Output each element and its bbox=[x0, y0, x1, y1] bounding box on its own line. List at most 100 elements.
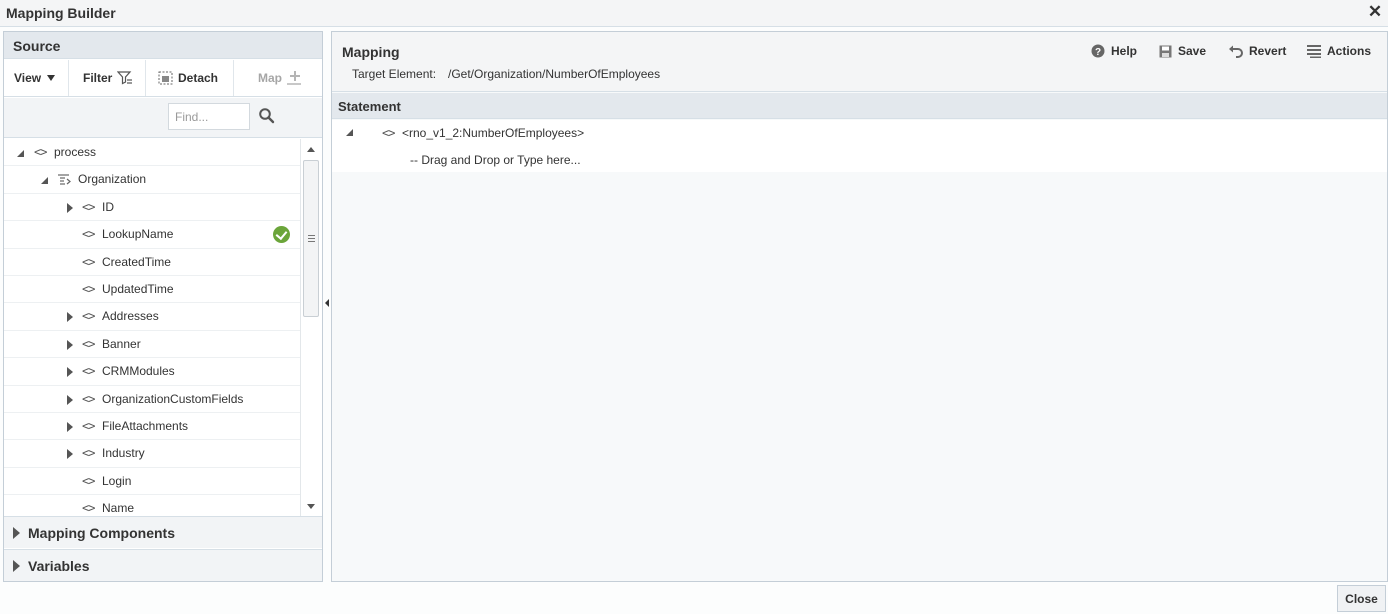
scroll-down-icon[interactable] bbox=[307, 504, 315, 509]
close-button[interactable]: Close bbox=[1337, 585, 1386, 612]
detach-button[interactable]: Detach bbox=[158, 60, 218, 96]
element-icon: <> bbox=[82, 281, 95, 296]
save-label: Save bbox=[1178, 44, 1207, 58]
collapse-icon[interactable] bbox=[346, 129, 353, 136]
find-input[interactable] bbox=[168, 103, 250, 130]
dialog-title: Mapping Builder bbox=[6, 5, 116, 21]
target-element-label: Target Element: bbox=[352, 67, 437, 81]
expand-icon[interactable] bbox=[65, 421, 75, 432]
source-toolbar: View Filter Detach Map bbox=[4, 60, 322, 97]
tree-scrollbar[interactable] bbox=[300, 139, 321, 517]
statement-drop-zone[interactable]: -- Drag and Drop or Type here... bbox=[410, 153, 581, 167]
element-icon: <> bbox=[82, 199, 95, 214]
expand-icon[interactable] bbox=[65, 202, 75, 213]
chevron-down-icon bbox=[47, 75, 56, 81]
tree-row-organization[interactable]: Organization bbox=[4, 166, 300, 194]
tree-label: LookupName bbox=[102, 227, 174, 242]
element-icon: <> bbox=[82, 364, 95, 379]
toolbar-divider bbox=[145, 60, 146, 96]
filter-button[interactable]: Filter bbox=[83, 60, 133, 96]
collection-icon bbox=[58, 174, 71, 185]
tree-label: Banner bbox=[102, 336, 141, 351]
expand-icon[interactable] bbox=[65, 367, 75, 378]
view-label: View bbox=[14, 71, 42, 85]
dialog-titlebar: Mapping Builder ✕ bbox=[0, 0, 1388, 27]
toolbar-divider bbox=[233, 60, 234, 96]
tree-row-lookupname[interactable]: <> LookupName bbox=[4, 221, 300, 249]
revert-button[interactable]: Revert bbox=[1228, 44, 1286, 58]
tree-row-name[interactable]: <> Name bbox=[4, 495, 300, 517]
tree-label: process bbox=[54, 145, 97, 159]
view-menu-button[interactable]: View bbox=[14, 60, 56, 96]
collapse-icon[interactable] bbox=[17, 148, 27, 158]
mapping-panel: Mapping Target Element: /Get/Organizatio… bbox=[331, 31, 1388, 582]
mapping-title: Mapping bbox=[342, 44, 400, 60]
element-icon: <> bbox=[82, 473, 95, 488]
statement-target-node[interactable]: <rno_v1_2:NumberOfEmployees> bbox=[402, 126, 584, 140]
map-button[interactable]: Map bbox=[258, 60, 302, 96]
tree-row-banner[interactable]: <> Banner bbox=[4, 331, 300, 359]
help-icon: ? bbox=[1091, 44, 1105, 58]
scroll-up-icon[interactable] bbox=[307, 147, 315, 152]
element-icon: <> bbox=[82, 446, 95, 461]
tree-row-industry[interactable]: <> Industry bbox=[4, 440, 300, 468]
detach-label: Detach bbox=[178, 71, 219, 85]
filter-icon bbox=[117, 71, 133, 85]
target-element-value: /Get/Organization/NumberOfEmployees bbox=[448, 67, 661, 81]
panel-splitter-collapse-icon[interactable] bbox=[324, 295, 331, 311]
source-header: Source bbox=[4, 32, 322, 59]
save-button[interactable]: Save bbox=[1159, 44, 1206, 58]
source-tree: <> process Organization <> ID <> LookupN… bbox=[4, 139, 300, 517]
svg-text:?: ? bbox=[1095, 47, 1101, 58]
tree-row-addresses[interactable]: <> Addresses bbox=[4, 303, 300, 331]
tree-label: CreatedTime bbox=[102, 254, 171, 269]
element-icon: <> bbox=[82, 227, 95, 242]
menu-icon bbox=[1307, 45, 1321, 58]
source-panel: Source View Filter Detach Map Find... <>… bbox=[3, 31, 323, 582]
tree-row-id[interactable]: <> ID bbox=[4, 194, 300, 222]
revert-label: Revert bbox=[1249, 44, 1287, 58]
tree-row-updatedtime[interactable]: <> UpdatedTime bbox=[4, 276, 300, 304]
filter-label: Filter bbox=[83, 71, 113, 85]
tree-label: OrganizationCustomFields bbox=[102, 391, 244, 406]
tree-row-crmmodules[interactable]: <> CRMModules bbox=[4, 358, 300, 386]
expand-icon[interactable] bbox=[65, 339, 75, 350]
revert-icon bbox=[1229, 45, 1243, 58]
expand-icon[interactable] bbox=[65, 394, 75, 405]
tree-label: UpdatedTime bbox=[102, 281, 174, 296]
expand-icon[interactable] bbox=[65, 312, 75, 323]
tree-row-fileattachments[interactable]: <> FileAttachments bbox=[4, 413, 300, 441]
grip-icon bbox=[308, 235, 315, 242]
element-icon: <> bbox=[34, 145, 47, 159]
variables-accordion[interactable]: Variables bbox=[4, 549, 322, 581]
tree-label: Addresses bbox=[102, 309, 159, 324]
expand-icon[interactable] bbox=[65, 449, 75, 460]
element-icon: <> bbox=[82, 391, 95, 406]
actions-label: Actions bbox=[1327, 44, 1372, 58]
accordion-label: Variables bbox=[28, 557, 90, 574]
search-icon[interactable] bbox=[258, 107, 276, 125]
element-icon: <> bbox=[82, 309, 95, 324]
tree-row-process[interactable]: <> process bbox=[4, 139, 300, 167]
scroll-thumb[interactable] bbox=[303, 160, 319, 317]
expand-icon bbox=[13, 526, 20, 539]
help-button[interactable]: ? Help bbox=[1091, 44, 1137, 58]
tree-row-organizationcustomfields[interactable]: <> OrganizationCustomFields bbox=[4, 386, 300, 413]
mapping-components-accordion[interactable]: Mapping Components bbox=[4, 516, 322, 548]
collapse-icon[interactable] bbox=[41, 175, 51, 185]
tree-label: CRMModules bbox=[102, 364, 175, 379]
statement-editor: <> <rno_v1_2:NumberOfEmployees> -- Drag … bbox=[332, 120, 1387, 172]
actions-menu-button[interactable]: Actions bbox=[1307, 44, 1371, 58]
expand-icon bbox=[13, 559, 20, 572]
close-icon[interactable]: ✕ bbox=[1366, 2, 1384, 22]
tree-label: Login bbox=[102, 473, 132, 488]
tree-row-login[interactable]: <> Login bbox=[4, 468, 300, 496]
accordion-label: Mapping Components bbox=[28, 524, 175, 541]
find-bar bbox=[4, 98, 322, 138]
tree-row-createdtime[interactable]: <> CreatedTime bbox=[4, 249, 300, 276]
statement-header: Statement bbox=[332, 93, 1387, 119]
map-label: Map bbox=[258, 71, 282, 85]
help-label: Help bbox=[1111, 44, 1138, 58]
save-icon bbox=[1159, 45, 1172, 57]
element-icon: <> bbox=[82, 336, 95, 351]
